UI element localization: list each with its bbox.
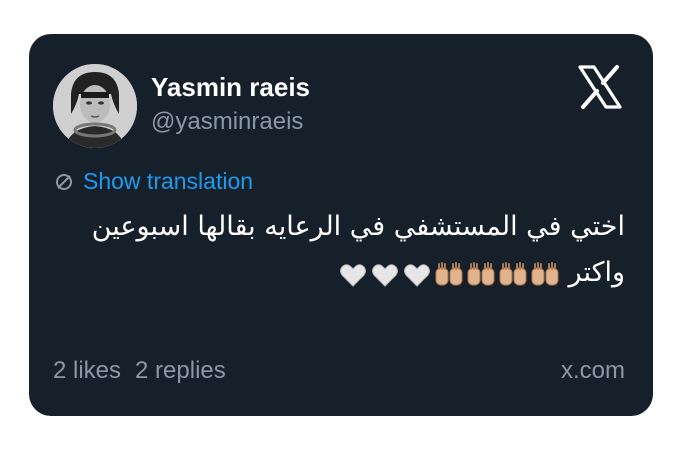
show-translation-label: Show translation [83, 168, 254, 194]
author-name[interactable]: Yasmin raeis [151, 72, 310, 103]
palms-up-icon [466, 259, 496, 289]
author-avatar[interactable] [53, 64, 137, 148]
tweet-card[interactable]: Yasmin raeis @yasminraeis Show translati… [29, 34, 653, 416]
palms-up-icon [434, 259, 464, 289]
palms-up-icon [498, 259, 528, 289]
x-logo-icon[interactable] [577, 64, 623, 110]
white-heart-icon [338, 259, 368, 289]
palms-up-icon [530, 259, 560, 289]
show-translation-link[interactable]: Show translation [53, 168, 253, 195]
avatar-portrait [53, 64, 137, 148]
tweet-stats: 2 likes 2 replies [53, 357, 226, 385]
tweet-text-word: واكتر [568, 257, 625, 288]
source-link[interactable]: x.com [561, 357, 625, 385]
replies-count[interactable]: 2 replies [135, 357, 226, 385]
likes-count[interactable]: 2 likes [53, 357, 121, 385]
emoji-group [338, 259, 560, 289]
white-heart-icon [370, 259, 400, 289]
tweet-text-line-2: واكتر [65, 250, 625, 296]
tweet-text: اختي في المستشفي في الرعايه بقالها اسبوع… [65, 204, 625, 296]
white-heart-icon [402, 259, 432, 289]
tweet-text-line-1: اختي في المستشفي في الرعايه بقالها اسبوع… [91, 211, 625, 242]
author-handle[interactable]: @yasminraeis [151, 108, 303, 136]
translate-icon [56, 173, 72, 190]
